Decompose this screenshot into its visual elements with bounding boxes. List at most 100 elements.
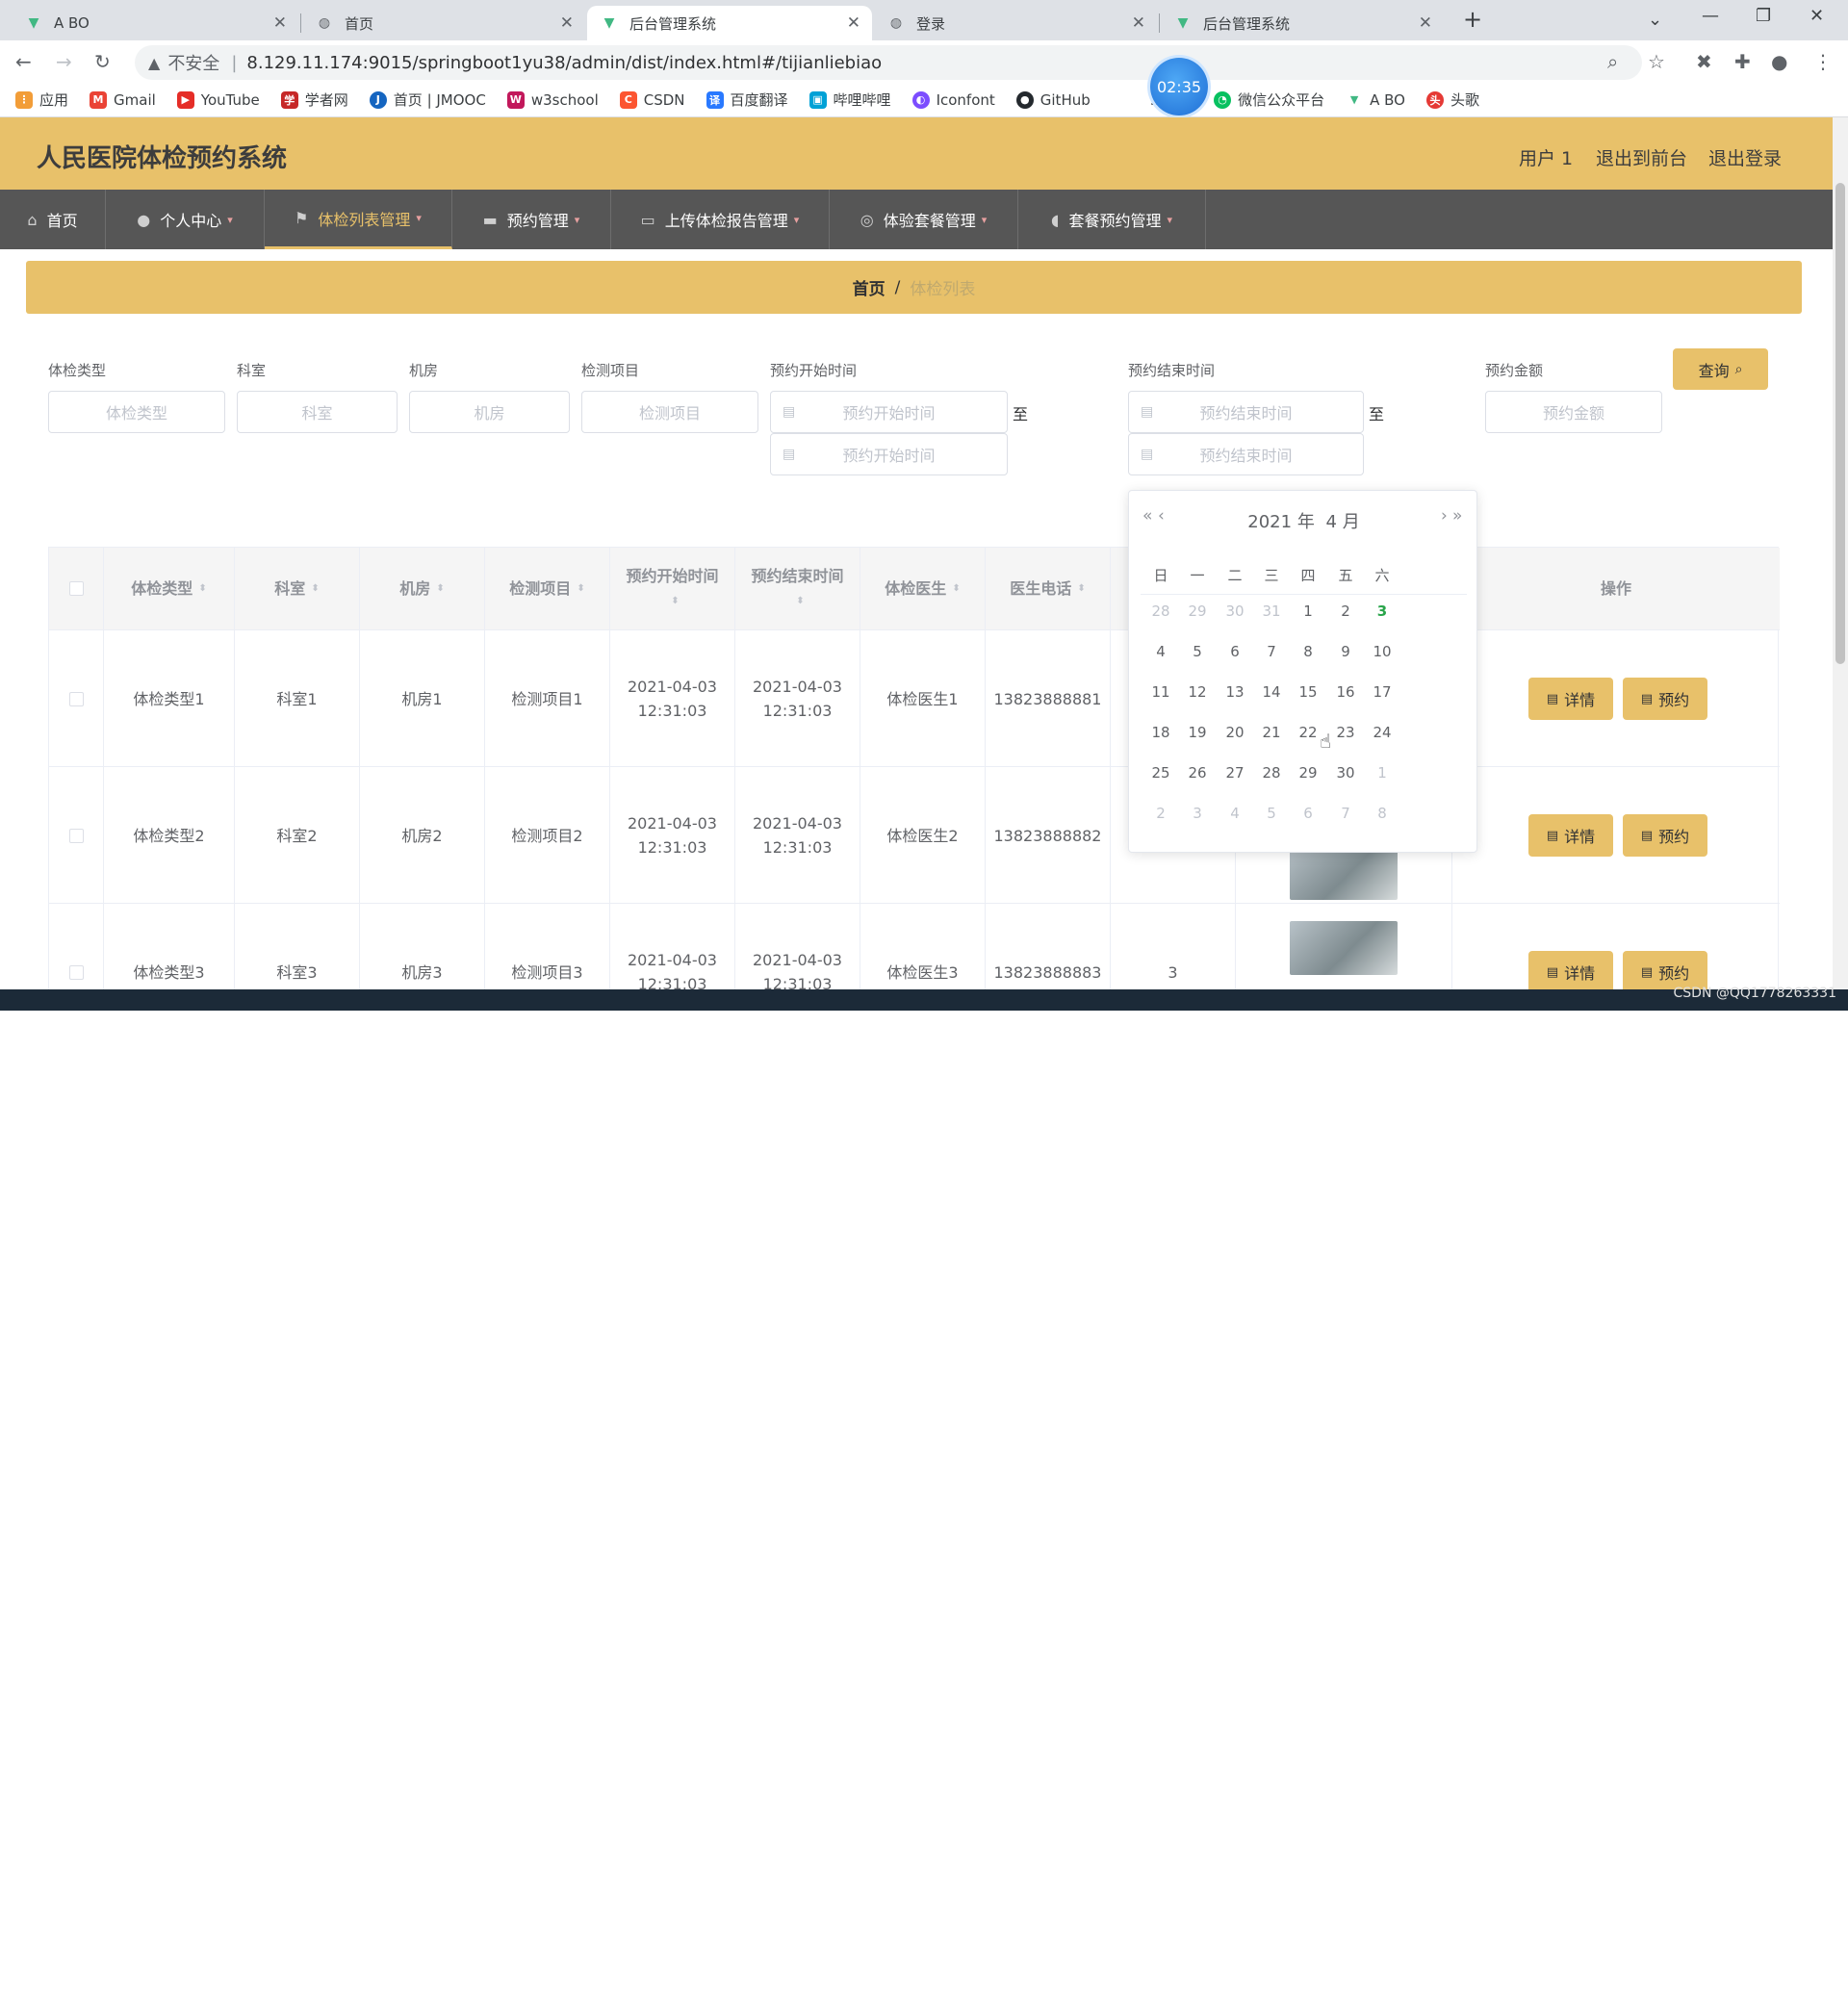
item-input[interactable]: 检测项目 bbox=[581, 391, 758, 433]
calendar-day-other-month[interactable]: 7 bbox=[1326, 805, 1365, 822]
column-header-item[interactable]: 检测项目 ⬍ bbox=[485, 548, 610, 630]
column-header-doctor[interactable]: 体检医生 ⬍ bbox=[860, 548, 986, 630]
calendar-day-other-month[interactable]: 31 bbox=[1252, 603, 1291, 620]
exit-to-front-link[interactable]: 退出到前台 bbox=[1596, 144, 1687, 170]
detail-button[interactable]: ▤ 详情 bbox=[1528, 814, 1613, 857]
start-time-to-input[interactable]: ▤ 预约开始时间 bbox=[770, 433, 1008, 475]
bookmark-gmail[interactable]: M Gmail bbox=[90, 90, 156, 109]
reload-icon[interactable]: ↻ bbox=[94, 50, 111, 73]
calendar-day[interactable]: 21 bbox=[1252, 724, 1291, 741]
room-input[interactable]: 机房 bbox=[409, 391, 570, 433]
calendar-day[interactable]: 12 bbox=[1178, 683, 1217, 701]
calendar-day-other-month[interactable]: 30 bbox=[1216, 603, 1254, 620]
calendar-day-other-month[interactable]: 8 bbox=[1363, 805, 1401, 822]
sort-icon[interactable]: ⬍ bbox=[198, 577, 206, 602]
bookmark-touge[interactable]: 头头歌 bbox=[1425, 90, 1479, 110]
bookmark-jmooc[interactable]: J 首页 | JMOOC bbox=[369, 90, 486, 110]
calendar-day-other-month[interactable]: 28 bbox=[1142, 603, 1180, 620]
bookmark-iconfont[interactable]: ◐ Iconfont bbox=[911, 90, 995, 109]
search-button[interactable]: 查询 ⌕ bbox=[1673, 348, 1768, 390]
scrollbar-thumb[interactable] bbox=[1835, 183, 1845, 664]
bookmark-bilibili[interactable]: ▣ 哔哩哔哩 bbox=[808, 90, 891, 110]
select-all-checkbox[interactable] bbox=[68, 581, 84, 596]
puzzle-icon[interactable]: ✚ bbox=[1734, 50, 1751, 73]
calendar-day[interactable]: 19 bbox=[1178, 724, 1217, 741]
calendar-day[interactable]: 17 bbox=[1363, 683, 1401, 701]
calendar-day[interactable]: 26 bbox=[1178, 764, 1217, 782]
browser-tab-2[interactable]: ◍ 首页 ✕ bbox=[302, 6, 585, 40]
row-checkbox[interactable] bbox=[68, 691, 84, 706]
page-scrollbar[interactable] bbox=[1833, 117, 1848, 989]
calendar-day[interactable]: 2 bbox=[1326, 603, 1365, 620]
extension-x-icon[interactable]: ✖ bbox=[1696, 50, 1712, 73]
column-header-dept[interactable]: 科室 ⬍ bbox=[235, 548, 360, 630]
book-button[interactable]: ▤ 预约 bbox=[1623, 814, 1707, 857]
sort-icon[interactable]: ⬍ bbox=[671, 589, 679, 614]
calendar-day[interactable]: 9 bbox=[1326, 643, 1365, 660]
calendar-day-other-month[interactable]: 4 bbox=[1216, 805, 1254, 822]
floating-timer[interactable]: 02:35 bbox=[1150, 58, 1208, 115]
bookmark-apps[interactable]: ⋮ 应用 bbox=[15, 90, 68, 110]
tab-search-icon[interactable]: ⌄ bbox=[1648, 10, 1662, 30]
restore-icon[interactable]: ❐ bbox=[1756, 6, 1771, 26]
sort-icon[interactable]: ⬍ bbox=[1077, 577, 1085, 602]
bookmark-wechat[interactable]: ◔ 微信公众平台 bbox=[1214, 90, 1324, 110]
calendar-day[interactable]: 10 bbox=[1363, 643, 1401, 660]
book-button[interactable]: ▤ 预约 bbox=[1623, 678, 1707, 720]
detail-button[interactable]: ▤ 详情 bbox=[1528, 951, 1613, 989]
bookmark-csdn[interactable]: C CSDN bbox=[619, 90, 685, 109]
calendar-day[interactable]: 29 bbox=[1289, 764, 1327, 782]
bookmark-youtube[interactable]: ▶ YouTube bbox=[176, 90, 260, 109]
calendar-day-other-month[interactable]: 5 bbox=[1252, 805, 1291, 822]
minimize-icon[interactable]: — bbox=[1702, 6, 1719, 26]
bookmark-xuezhe[interactable]: 学学者网 bbox=[280, 90, 348, 110]
calendar-day[interactable]: 14 bbox=[1252, 683, 1291, 701]
sort-icon[interactable]: ⬍ bbox=[952, 577, 960, 602]
calendar-day[interactable]: 24 bbox=[1363, 724, 1401, 741]
row-checkbox[interactable] bbox=[68, 828, 84, 843]
column-header-type[interactable]: 体检类型 ⬍ bbox=[104, 548, 235, 630]
calendar-day[interactable]: 8 bbox=[1289, 643, 1327, 660]
exam-type-input[interactable]: 体检类型 bbox=[48, 391, 225, 433]
column-header-phone[interactable]: 医生电话 ⬍ bbox=[986, 548, 1111, 630]
calendar-day-other-month[interactable]: 6 bbox=[1289, 805, 1327, 822]
next-year-icon[interactable]: » bbox=[1452, 506, 1462, 526]
close-icon[interactable]: ✕ bbox=[273, 13, 287, 33]
calendar-day[interactable]: 20 bbox=[1216, 724, 1254, 741]
calendar-day[interactable]: 15 bbox=[1289, 683, 1327, 701]
zoom-icon[interactable]: ⌕ bbox=[1607, 50, 1618, 73]
sort-icon[interactable]: ⬍ bbox=[436, 577, 444, 602]
amount-input[interactable]: 预约金额 bbox=[1485, 391, 1662, 433]
bookmark-github[interactable]: ● GitHub bbox=[1015, 90, 1091, 109]
book-button[interactable]: ▤ 预约 bbox=[1623, 951, 1707, 989]
back-icon[interactable]: ← bbox=[15, 50, 32, 73]
logout-link[interactable]: 退出登录 bbox=[1708, 144, 1782, 170]
calendar-day-other-month[interactable]: 1 bbox=[1363, 764, 1401, 782]
more-menu-icon[interactable]: ⋮ bbox=[1813, 50, 1833, 73]
menu-item-appointment[interactable]: ▬ 预约管理 ▾ bbox=[452, 190, 611, 249]
browser-tab-5[interactable]: ▼ 后台管理系统 ✕ bbox=[1161, 6, 1444, 40]
close-icon[interactable]: ✕ bbox=[560, 13, 574, 33]
calendar-day[interactable]: 27 bbox=[1216, 764, 1254, 782]
bookmark-baidu-translate[interactable]: 译百度翻译 bbox=[706, 90, 788, 110]
calendar-day-other-month[interactable]: 2 bbox=[1142, 805, 1180, 822]
menu-item-home[interactable]: ⌂ 首页 bbox=[0, 190, 106, 249]
column-header-start[interactable]: 预约开始时间 ⬍ bbox=[610, 548, 735, 630]
menu-item-upload-report[interactable]: ▭ 上传体检报告管理 ▾ bbox=[611, 190, 830, 249]
calendar-day-today[interactable]: 3 bbox=[1363, 603, 1401, 620]
calendar-day[interactable]: 4 bbox=[1142, 643, 1180, 660]
end-time-to-input[interactable]: ▤ 预约结束时间 bbox=[1128, 433, 1364, 475]
calendar-day[interactable]: 6 bbox=[1216, 643, 1254, 660]
profile-icon[interactable]: ● bbox=[1771, 50, 1787, 73]
forward-icon[interactable]: → bbox=[56, 50, 72, 73]
department-input[interactable]: 科室 bbox=[237, 391, 398, 433]
calendar-day[interactable]: 23 bbox=[1326, 724, 1365, 741]
close-icon[interactable]: ✕ bbox=[1132, 13, 1145, 33]
new-tab-button[interactable]: + bbox=[1463, 6, 1482, 33]
calendar-day[interactable]: 11 bbox=[1142, 683, 1180, 701]
calendar-day[interactable]: 16 bbox=[1326, 683, 1365, 701]
end-time-from-input[interactable]: ▤ 预约结束时间 bbox=[1128, 391, 1364, 433]
column-header-end[interactable]: 预约结束时间 ⬍ bbox=[735, 548, 860, 630]
column-header-room[interactable]: 机房 ⬍ bbox=[360, 548, 485, 630]
calendar-day[interactable]: 1 bbox=[1289, 603, 1327, 620]
